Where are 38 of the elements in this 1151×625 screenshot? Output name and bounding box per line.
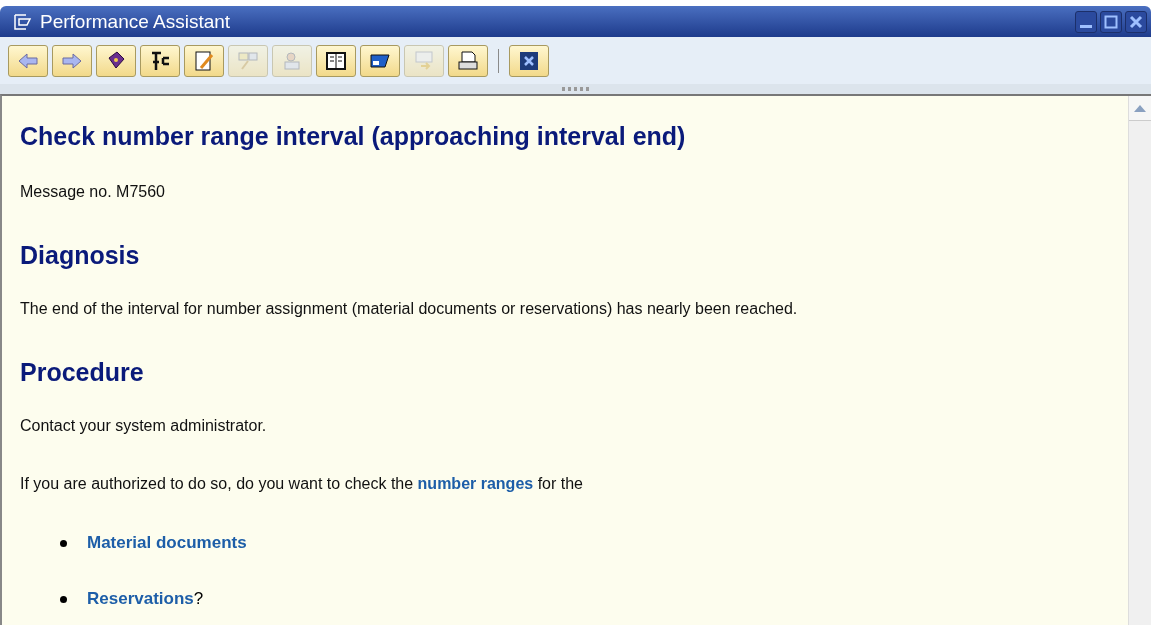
bullet-icon bbox=[60, 539, 67, 547]
link[interactable]: Reservations bbox=[87, 589, 194, 609]
link[interactable]: Material documents bbox=[87, 533, 247, 553]
open-book-icon bbox=[325, 49, 347, 72]
transfer-icon bbox=[413, 49, 435, 72]
toolbar-button[interactable] bbox=[140, 44, 180, 77]
maximize-button[interactable] bbox=[1100, 10, 1122, 33]
toolbar-button[interactable] bbox=[509, 44, 549, 77]
toolbar-button[interactable] bbox=[360, 44, 400, 77]
paragraph: If you are authorized to do so, do you want to check the number ranges for the bbox=[20, 475, 584, 493]
paragraph: Contact your system administrator. bbox=[20, 417, 268, 435]
minimize-button[interactable] bbox=[1075, 10, 1097, 33]
grip-icon[interactable] bbox=[561, 87, 590, 91]
person-icon bbox=[281, 49, 303, 72]
section-heading: Procedure bbox=[20, 358, 145, 387]
link[interactable]: number ranges bbox=[417, 475, 534, 492]
scroll-up-button[interactable] bbox=[1129, 96, 1151, 121]
notes-icon bbox=[237, 49, 259, 72]
toolbar-button[interactable] bbox=[316, 44, 356, 77]
page-title: Check number range interval (approaching interval end) bbox=[20, 122, 687, 151]
minimize-icon bbox=[1080, 24, 1092, 28]
close-icon bbox=[518, 49, 540, 72]
close-button[interactable] bbox=[1125, 10, 1147, 33]
scrollbar[interactable] bbox=[1128, 96, 1151, 625]
close-icon bbox=[1129, 14, 1143, 29]
window-icon bbox=[14, 13, 32, 30]
window-title: Performance Assistant bbox=[40, 10, 232, 33]
toolbar-button[interactable] bbox=[96, 44, 136, 77]
message-number: Message no. M7560 bbox=[20, 183, 166, 201]
printer-icon bbox=[457, 49, 479, 72]
section-heading: Diagnosis bbox=[20, 241, 141, 270]
paragraph: The end of the interval for number assignment (material documents or reservations) has nearly been reached. bbox=[20, 300, 799, 318]
tools-icon bbox=[149, 49, 171, 72]
punctuation: ? bbox=[193, 589, 204, 609]
up-triangle-icon bbox=[1134, 104, 1146, 112]
maximize-icon bbox=[1104, 14, 1118, 29]
bullet-icon bbox=[60, 595, 67, 603]
pencil-edit-icon bbox=[193, 49, 215, 72]
